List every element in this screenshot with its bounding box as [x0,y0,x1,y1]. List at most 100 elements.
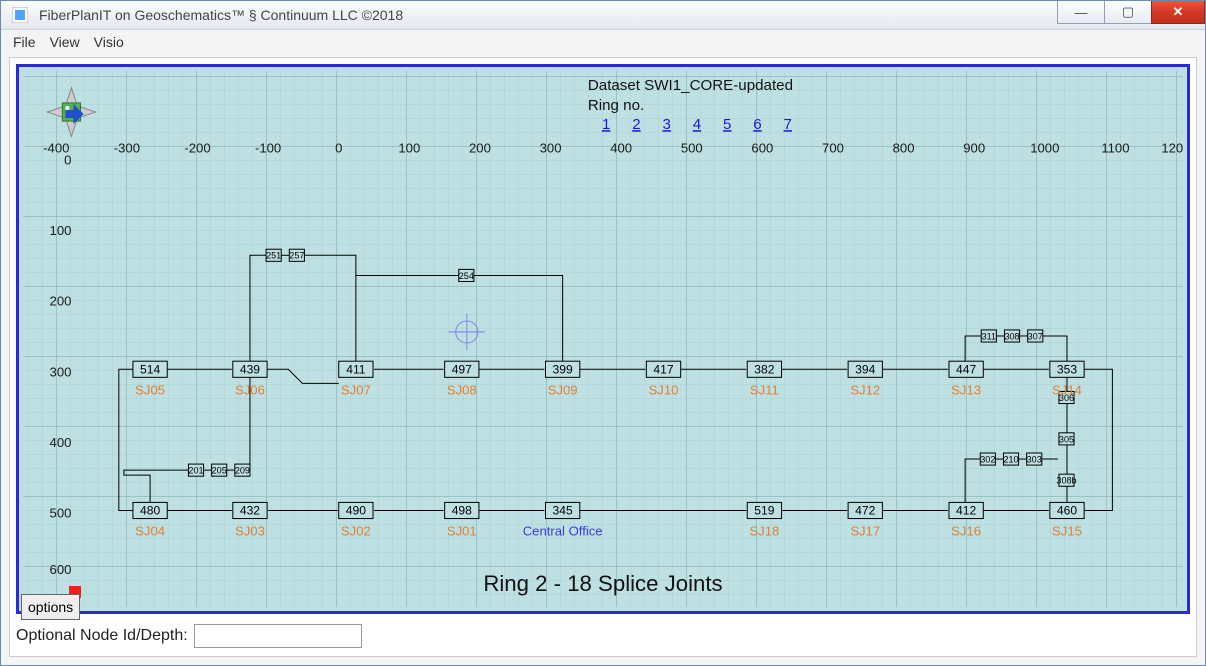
svg-text:439: 439 [240,362,260,376]
ring-link-5[interactable]: 5 [723,116,731,133]
svg-text:303: 303 [1027,454,1042,464]
svg-text:SJ07: SJ07 [341,382,371,397]
svg-text:SJ17: SJ17 [850,524,880,539]
svg-text:302: 302 [980,454,995,464]
svg-text:-100: -100 [255,140,281,155]
ring-link-6[interactable]: 6 [753,116,761,133]
svg-text:205: 205 [212,466,227,476]
svg-text:514: 514 [140,362,160,376]
svg-text:209: 209 [235,466,250,476]
svg-text:500: 500 [681,140,703,155]
ring-link-3[interactable]: 3 [663,116,671,133]
svg-text:490: 490 [346,504,366,518]
plot-canvas[interactable]: Dataset SWI1_CORE-updated Ring no. 1 2 3… [23,71,1183,607]
menubar: File View Visio [1,30,1205,54]
svg-text:SJ01: SJ01 [447,524,477,539]
svg-text:308b: 308b [1056,476,1076,486]
titlebar[interactable]: FiberPlanIT on Geoschematics™ § Continuu… [1,1,1205,30]
svg-text:412: 412 [956,504,976,518]
svg-text:900: 900 [963,140,985,155]
svg-text:432: 432 [240,504,260,518]
svg-text:SJ10: SJ10 [649,382,679,397]
svg-text:SJ16: SJ16 [951,524,981,539]
dataset-label: Dataset SWI1_CORE-updated [588,77,793,94]
svg-text:100: 100 [398,140,420,155]
svg-text:300: 300 [50,364,72,379]
svg-text:254: 254 [459,271,474,281]
svg-text:SJ18: SJ18 [749,524,779,539]
svg-text:SJ05: SJ05 [135,382,165,397]
small-nodes: 251 257 254 201 205 209 311 308 307 306 … [188,249,1076,486]
svg-text:SJ09: SJ09 [548,382,578,397]
svg-text:411: 411 [346,362,366,376]
svg-text:SJ08: SJ08 [447,382,477,397]
svg-text:Central Office: Central Office [523,524,603,539]
ring-label: Ring no. [588,97,644,114]
ring-link-2[interactable]: 2 [632,116,640,133]
ring-link-1[interactable]: 1 [602,116,610,133]
svg-text:210: 210 [1003,454,1018,464]
node-depth-label: Optional Node Id/Depth: [16,627,188,645]
chart-caption: Ring 2 - 18 Splice Joints [483,571,722,596]
svg-text:SJ11: SJ11 [750,382,779,397]
svg-text:SJ02: SJ02 [341,524,371,539]
menu-visio[interactable]: Visio [94,34,124,50]
app-icon [1,7,39,23]
svg-text:394: 394 [855,362,875,376]
schematic-svg: Dataset SWI1_CORE-updated Ring no. 1 2 3… [23,71,1183,607]
window-title: FiberPlanIT on Geoschematics™ § Continuu… [39,7,1057,23]
svg-text:SJ04: SJ04 [135,524,165,539]
svg-text:460: 460 [1057,504,1077,518]
svg-text:498: 498 [452,504,472,518]
svg-text:0: 0 [335,140,342,155]
svg-text:400: 400 [50,435,72,450]
svg-text:SJ06: SJ06 [235,382,265,397]
application-window: FiberPlanIT on Geoschematics™ § Continuu… [0,0,1206,666]
svg-text:SJ15: SJ15 [1052,524,1082,539]
svg-text:497: 497 [452,362,472,376]
compass-icon [47,88,95,136]
footer-bar: Optional Node Id/Depth: [16,622,1190,650]
window-controls: — ▢ ✕ [1057,1,1205,29]
options-button[interactable]: options [21,594,80,620]
svg-text:-300: -300 [114,140,140,155]
svg-text:600: 600 [751,140,773,155]
svg-text:SJ03: SJ03 [235,524,265,539]
svg-text:480: 480 [140,504,160,518]
minimize-icon: — [1075,5,1088,20]
svg-text:382: 382 [754,362,774,376]
menu-file[interactable]: File [13,34,36,50]
svg-text:700: 700 [822,140,844,155]
maximize-icon: ▢ [1122,4,1134,20]
node-depth-input[interactable] [194,624,362,648]
svg-text:800: 800 [893,140,915,155]
nodes-top: 514SJ05 439SJ06 411SJ07 497SJ08 399SJ09 … [133,361,1084,397]
ring-link-7[interactable]: 7 [784,116,792,133]
close-button[interactable]: ✕ [1151,1,1205,24]
svg-text:472: 472 [855,504,875,518]
svg-text:400: 400 [610,140,632,155]
svg-text:519: 519 [754,504,774,518]
svg-text:1200: 1200 [1161,140,1183,155]
svg-text:399: 399 [553,362,573,376]
crosshair-icon [449,314,485,350]
maximize-button[interactable]: ▢ [1104,1,1152,24]
close-icon: ✕ [1173,4,1184,20]
ring-link-4[interactable]: 4 [693,116,701,133]
svg-text:-200: -200 [184,140,210,155]
plot-frame: Dataset SWI1_CORE-updated Ring no. 1 2 3… [16,64,1190,614]
svg-text:300: 300 [540,140,562,155]
ring-links: 1 2 3 4 5 6 7 [602,116,792,133]
svg-text:1000: 1000 [1030,140,1059,155]
minimize-button[interactable]: — [1057,1,1105,24]
svg-text:257: 257 [289,251,304,261]
svg-text:200: 200 [50,294,72,309]
y-axis-ticks: 0 100 200 300 400 500 600 [50,152,72,577]
svg-text:SJ12: SJ12 [850,382,880,397]
svg-text:100: 100 [50,223,72,238]
svg-text:1100: 1100 [1101,140,1129,155]
menu-view[interactable]: View [50,34,80,50]
nodes-bottom: 480SJ04 432SJ03 490SJ02 498SJ01 345Centr… [133,502,1084,538]
svg-text:201: 201 [188,466,203,476]
svg-text:353: 353 [1057,362,1077,376]
